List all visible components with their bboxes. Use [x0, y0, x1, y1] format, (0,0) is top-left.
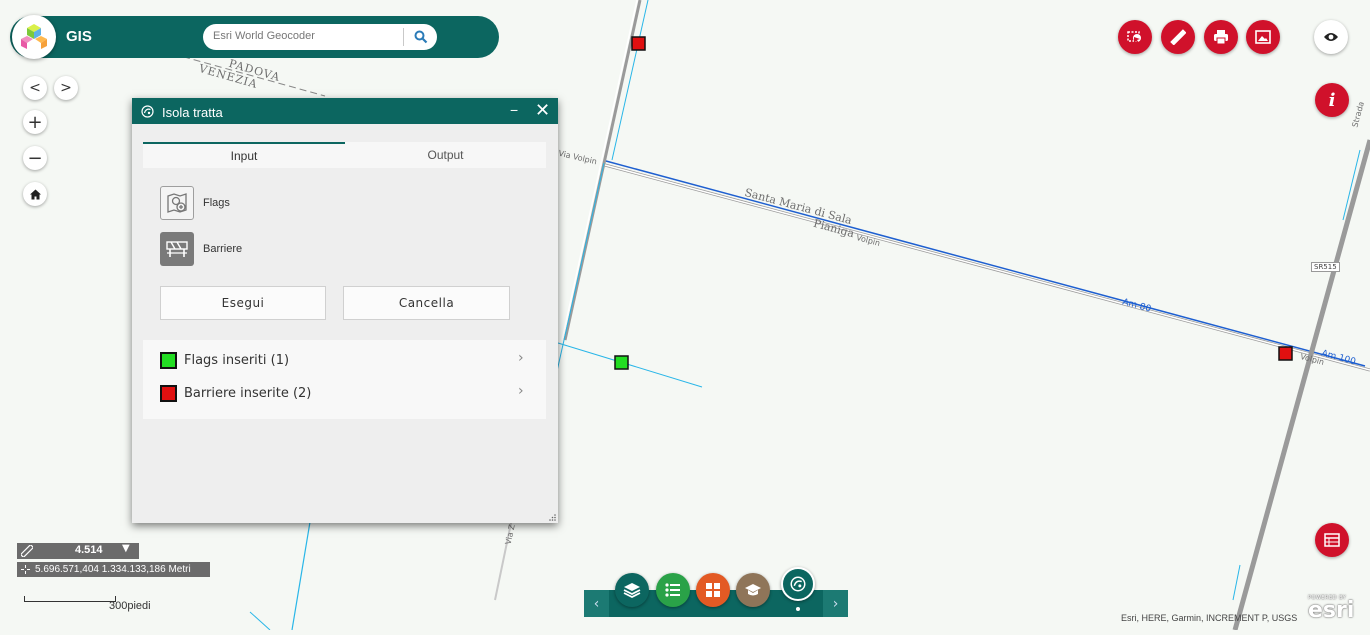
printer-icon — [1214, 30, 1228, 45]
app-logo[interactable] — [12, 15, 56, 59]
bookmark-widget-button[interactable] — [736, 573, 770, 607]
crosshair-icon — [21, 565, 30, 574]
search-divider — [403, 28, 404, 46]
barriers-result-row[interactable]: Barriere inserite (2) — [160, 384, 311, 402]
info-icon: i — [1328, 89, 1336, 111]
panel-tabs: Input Output — [143, 142, 546, 168]
close-button[interactable]: ✕ — [535, 100, 550, 121]
select-tool-button[interactable] — [1118, 20, 1152, 54]
dropdown-arrow-icon: ▼ — [122, 543, 130, 554]
barrier-marker[interactable] — [1278, 346, 1293, 361]
select-area-icon — [1127, 31, 1141, 44]
zoom-out-button[interactable]: − — [23, 146, 47, 170]
tab-output[interactable]: Output — [345, 142, 546, 168]
legend-widget-button[interactable] — [656, 573, 690, 607]
esri-logo: POWERED BY esri — [1308, 595, 1355, 623]
flag-map-icon — [160, 186, 194, 220]
search-button[interactable] — [410, 27, 432, 47]
next-extent-button[interactable]: > — [54, 76, 78, 100]
clear-button[interactable]: Cancella — [343, 286, 510, 320]
layers-widget-button[interactable] — [615, 573, 649, 607]
barrier-swatch — [160, 384, 177, 402]
flags-tool-label: Flags — [203, 197, 230, 209]
image-icon — [1255, 30, 1271, 44]
tab-input[interactable]: Input — [143, 142, 345, 168]
minus-icon: − — [510, 102, 519, 118]
chevron-left-icon: < — [29, 80, 41, 96]
list-icon — [665, 583, 680, 597]
run-button[interactable]: Esegui — [160, 286, 326, 320]
scale-bar-label: 300piedi — [109, 600, 151, 612]
flag-swatch — [160, 351, 177, 369]
close-icon: ✕ — [535, 100, 551, 121]
coordinates-text: 5.696.571,404 1.334.133,186 Metri — [35, 564, 191, 575]
search-icon — [414, 30, 428, 44]
active-indicator — [796, 607, 800, 611]
chevron-right-icon: › — [832, 595, 839, 612]
grid-icon — [706, 583, 720, 597]
graduation-cap-icon — [745, 584, 761, 596]
esri-brand-text: esri — [1308, 598, 1355, 623]
minimize-button[interactable]: − — [510, 102, 518, 118]
network-trace-icon — [141, 105, 154, 118]
flags-result-label: Flags inseriti (1) — [184, 352, 290, 368]
table-icon — [1324, 533, 1340, 547]
info-button[interactable]: i — [1315, 83, 1349, 117]
coordinates-display: 5.696.571,404 1.334.133,186 Metri — [17, 562, 210, 577]
search-box — [203, 24, 437, 50]
chevron-right-icon[interactable]: › — [518, 350, 524, 366]
minus-icon: − — [27, 147, 43, 169]
layers-icon — [623, 583, 641, 599]
isola-tratta-panel: Isola tratta − ✕ Input Output Flags Barr… — [132, 98, 558, 523]
barriers-tool-label: Barriere — [203, 243, 243, 255]
dashboard-widget-button[interactable] — [696, 573, 730, 607]
previous-extent-button[interactable]: < — [23, 76, 47, 100]
measure-button[interactable] — [1161, 20, 1195, 54]
layer-visibility-button[interactable] — [1314, 20, 1348, 54]
plus-icon: + — [27, 111, 43, 133]
zoom-in-button[interactable]: + — [23, 110, 47, 134]
chevron-left-icon: ‹ — [593, 595, 600, 612]
ruler-icon — [21, 545, 33, 557]
network-trace-icon — [790, 576, 806, 592]
scale-value: 4.514 — [75, 544, 103, 556]
panel-header[interactable]: Isola tratta − ✕ — [132, 98, 558, 124]
toolbar-previous-button[interactable]: ‹ — [584, 590, 609, 617]
toolbar-next-button[interactable]: › — [823, 590, 848, 617]
isola-tratta-widget-button[interactable] — [781, 567, 815, 601]
panel-title: Isola tratta — [162, 105, 223, 120]
flags-result-row[interactable]: Flags inseriti (1) — [160, 351, 289, 369]
eye-icon — [1324, 33, 1338, 41]
results-list: Flags inseriti (1) › Barriere inserite (… — [143, 340, 546, 419]
barriers-tool[interactable]: Barriere — [160, 232, 242, 266]
flags-tool[interactable]: Flags — [160, 186, 230, 220]
home-icon — [29, 189, 41, 199]
road-shield: SR515 — [1311, 262, 1340, 272]
resize-handle-icon[interactable] — [548, 513, 556, 521]
barrier-marker[interactable] — [631, 36, 646, 51]
barrier-icon — [160, 232, 194, 266]
print-button[interactable] — [1204, 20, 1238, 54]
home-button[interactable] — [23, 182, 47, 206]
scale-bar — [24, 596, 116, 602]
scale-selector[interactable]: 4.514 ▼ — [17, 543, 139, 559]
flag-marker[interactable] — [614, 355, 629, 370]
barriers-result-label: Barriere inserite (2) — [184, 385, 312, 401]
chevron-right-icon: > — [60, 80, 72, 96]
map-attribution: Esri, HERE, Garmin, INCREMENT P, USGS — [1121, 613, 1298, 623]
search-input[interactable] — [213, 27, 399, 45]
chevron-right-icon[interactable]: › — [518, 383, 524, 399]
basemap-gallery-button[interactable] — [1246, 20, 1280, 54]
app-title: GIS — [66, 28, 92, 45]
cubes-logo-icon — [21, 24, 47, 49]
ruler-icon — [1170, 29, 1186, 45]
attribute-table-button[interactable] — [1315, 523, 1349, 557]
